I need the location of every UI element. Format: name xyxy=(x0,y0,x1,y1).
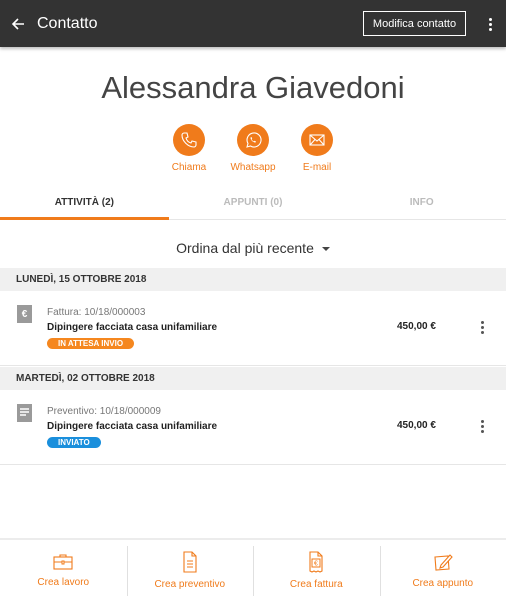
create-quote-label: Crea preventivo xyxy=(154,578,226,590)
briefcase-icon xyxy=(53,553,73,570)
call-label: Chiama xyxy=(171,162,207,173)
create-job-label: Crea lavoro xyxy=(37,576,90,588)
quote-document-icon xyxy=(17,404,32,422)
call-button[interactable]: Chiama xyxy=(157,124,221,173)
item-type: Preventivo: 10/18/000009 xyxy=(47,406,161,417)
page-title: Contatto xyxy=(37,14,98,32)
email-label: E-mail xyxy=(302,162,332,173)
status-badge: INVIATO xyxy=(47,437,101,448)
bottom-action-bar: Crea lavoro Crea preventivo € Crea fattu… xyxy=(0,538,506,600)
status-badge: IN ATTESA INVIO xyxy=(47,338,135,349)
item-amount: 450,00 € xyxy=(397,321,436,332)
tab-appunti[interactable]: APPUNTI (0) xyxy=(169,188,338,219)
arrow-left-icon xyxy=(11,17,24,30)
item-type: Fattura: 10/18/000003 xyxy=(47,307,146,318)
whatsapp-label: Whatsapp xyxy=(230,162,276,173)
note-edit-icon xyxy=(434,553,453,571)
item-description: Dipingere facciata casa unifamiliare xyxy=(47,322,218,333)
create-note-label: Crea appunto xyxy=(412,577,474,589)
email-button[interactable]: E-mail xyxy=(285,124,349,173)
sort-label: Ordina dal più recente xyxy=(176,240,314,256)
date-header: MARTEDÌ, 02 OTTOBRE 2018 xyxy=(0,367,506,390)
date-header: LUNEDÌ, 15 OTTOBRE 2018 xyxy=(0,268,506,291)
tab-bar: ATTIVITÀ (2) APPUNTI (0) INFO xyxy=(0,188,506,220)
invoice-icon: € xyxy=(309,550,323,573)
create-invoice-button[interactable]: € Crea fattura xyxy=(253,540,380,600)
contact-name: Alessandra Giavedoni xyxy=(101,70,405,105)
phone-icon xyxy=(181,132,197,148)
back-button[interactable] xyxy=(5,11,31,37)
item-more-icon[interactable] xyxy=(476,319,488,335)
whatsapp-icon xyxy=(246,132,262,148)
tab-info[interactable]: INFO xyxy=(337,188,506,219)
item-amount: 450,00 € xyxy=(397,420,436,431)
more-vert-icon[interactable] xyxy=(480,13,500,35)
activity-item[interactable]: € Fattura: 10/18/000003 Dipingere faccia… xyxy=(0,291,506,366)
edit-contact-button[interactable]: Modifica contatto xyxy=(363,11,466,36)
create-job-button[interactable]: Crea lavoro xyxy=(0,540,127,600)
svg-text:€: € xyxy=(314,560,318,567)
sort-dropdown[interactable]: Ordina dal più recente xyxy=(0,240,506,256)
contact-actions: Chiama Whatsapp E-mail xyxy=(0,124,506,173)
create-note-button[interactable]: Crea appunto xyxy=(379,540,506,600)
mail-icon xyxy=(309,134,325,146)
item-description: Dipingere facciata casa unifamiliare xyxy=(47,421,218,432)
item-more-icon[interactable] xyxy=(476,418,488,434)
create-invoice-label: Crea fattura xyxy=(289,578,343,590)
activity-item[interactable]: Preventivo: 10/18/000009 Dipingere facci… xyxy=(0,390,506,465)
create-quote-button[interactable]: Crea preventivo xyxy=(126,540,254,600)
document-icon xyxy=(183,550,197,573)
tab-attivita[interactable]: ATTIVITÀ (2) xyxy=(0,188,169,220)
whatsapp-button[interactable]: Whatsapp xyxy=(221,124,285,173)
caret-down-icon xyxy=(321,247,330,252)
invoice-icon: € xyxy=(17,305,32,323)
app-bar: Contatto Modifica contatto xyxy=(0,0,506,47)
